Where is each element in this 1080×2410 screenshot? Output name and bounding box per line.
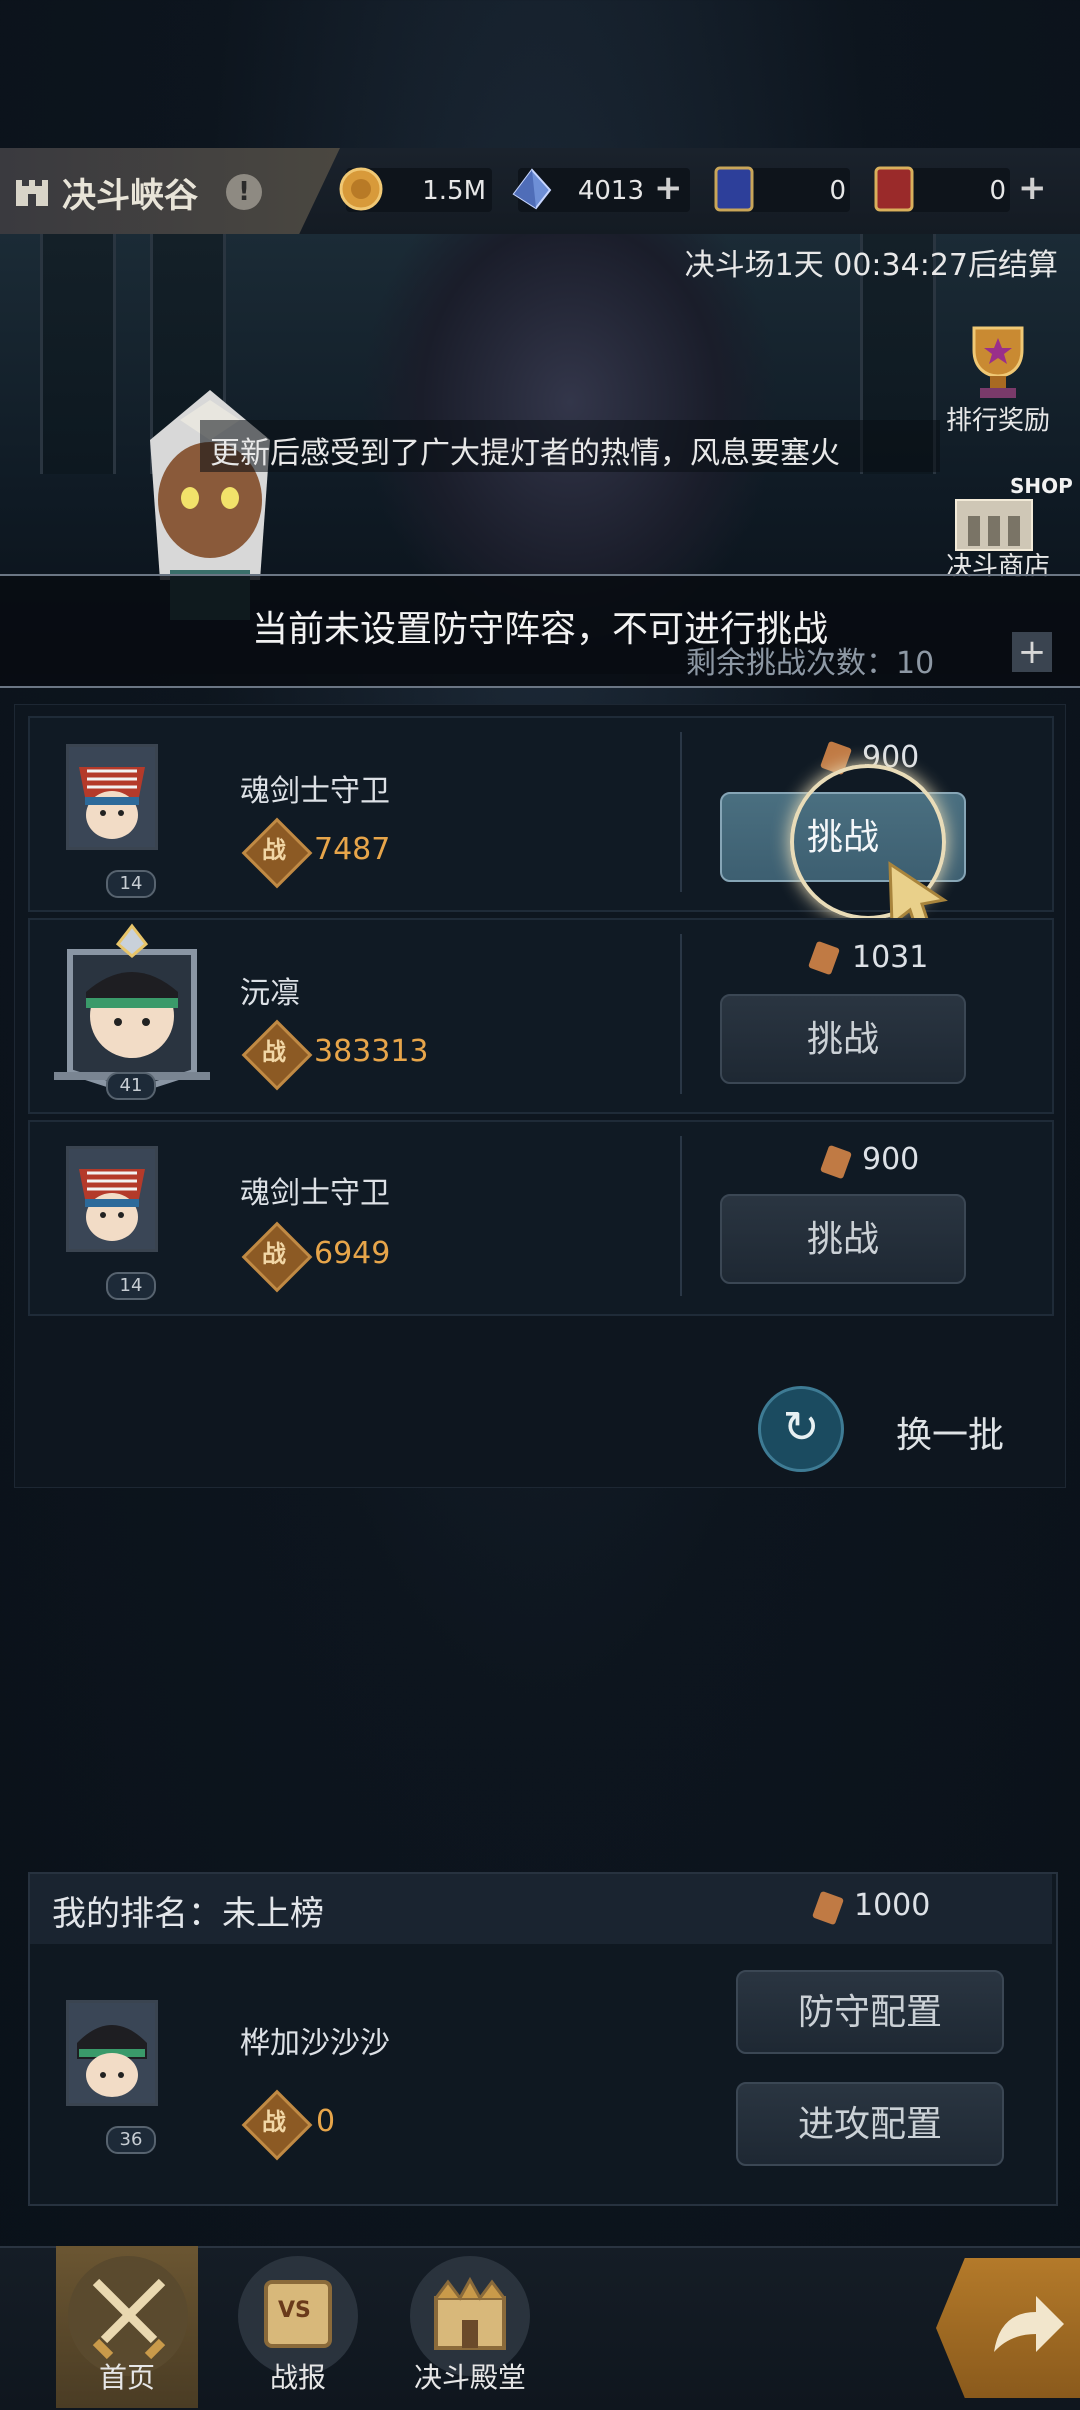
opponent-level: 41 xyxy=(106,1072,156,1100)
row-divider xyxy=(680,934,682,1094)
info-icon[interactable]: ! xyxy=(226,174,262,210)
rank-rewards-label[interactable]: 排行奖励 xyxy=(938,400,1058,437)
nav-report[interactable]: 战报 xyxy=(218,2356,378,2396)
coin-value: 1.5M xyxy=(422,176,486,206)
vs-badge: VS xyxy=(278,2298,311,2323)
coin-icon xyxy=(339,167,383,211)
opponent-avatar xyxy=(66,744,158,850)
my-rank-text: 我的排名：未上榜 xyxy=(52,1894,324,1934)
refresh-button[interactable]: 换一批 xyxy=(896,1406,1004,1458)
opponent-level: 14 xyxy=(106,870,156,898)
crossed-swords-icon xyxy=(92,2278,166,2360)
attack-config-button[interactable]: 进攻配置 xyxy=(736,2082,1004,2166)
castle-icon xyxy=(16,180,48,206)
add-gems-button[interactable]: + xyxy=(654,168,683,208)
opponent-power: 6949 xyxy=(314,1236,391,1271)
opponent-cost: 1031 xyxy=(852,940,929,975)
opponent-name: 魂剑士守卫 xyxy=(240,1176,390,1211)
power-glyph: 战 xyxy=(262,836,286,864)
opponent-power: 7487 xyxy=(314,832,391,867)
add-ticket-button[interactable]: + xyxy=(1018,168,1047,208)
power-glyph: 战 xyxy=(262,1038,286,1066)
ticket-b-icon xyxy=(874,166,914,212)
my-avatar xyxy=(66,2000,158,2106)
row-divider xyxy=(680,732,682,892)
nav-hall[interactable]: 决斗殿堂 xyxy=(390,2356,550,2396)
ticket-a-value: 0 xyxy=(829,176,846,206)
challenge-button[interactable]: 挑战 xyxy=(720,994,966,1084)
opponent-level: 14 xyxy=(106,1272,156,1300)
ticket-b-value: 0 xyxy=(989,176,1006,206)
power-glyph: 战 xyxy=(262,1240,286,1268)
gem-icon xyxy=(512,168,552,210)
opponent-name: 沅凛 xyxy=(240,976,300,1011)
my-name: 桦加沙沙沙 xyxy=(240,2026,390,2061)
power-glyph: 战 xyxy=(262,2108,286,2136)
opponent-name: 魂剑士守卫 xyxy=(240,774,390,809)
defense-config-button[interactable]: 防守配置 xyxy=(736,1970,1004,2054)
season-timer: 决斗场1天 00:34:27后结算 xyxy=(684,248,1058,283)
opponent-cost: 900 xyxy=(862,1142,920,1177)
shop-badge: SHOP xyxy=(1010,474,1073,498)
ticket-a-icon xyxy=(714,166,754,212)
castle-hall-icon xyxy=(434,2276,506,2350)
my-cost: 1000 xyxy=(854,1888,931,1923)
refresh-icon[interactable]: ↻ xyxy=(758,1386,844,1472)
challenge-button[interactable]: 挑战 xyxy=(720,1194,966,1284)
trophy-icon[interactable] xyxy=(950,320,1046,404)
nav-home[interactable]: 首页 xyxy=(47,2356,207,2396)
forward-arrow-icon xyxy=(994,2296,1064,2352)
row-divider xyxy=(680,1136,682,1296)
opponent-avatar xyxy=(66,1146,158,1252)
my-level: 36 xyxy=(106,2126,156,2154)
page-title: 决斗峡谷 xyxy=(62,176,198,216)
my-power: 0 xyxy=(316,2104,336,2139)
npc-speech: 更新后感受到了广大提灯者的热情，风息要塞火 xyxy=(210,436,840,471)
opponent-power: 383313 xyxy=(314,1034,429,1069)
banner-left xyxy=(40,234,116,474)
remaining-attempts: 剩余挑战次数：10 xyxy=(686,646,935,681)
add-attempts-button[interactable]: + xyxy=(1012,632,1052,672)
gem-value: 4013 xyxy=(577,176,644,206)
